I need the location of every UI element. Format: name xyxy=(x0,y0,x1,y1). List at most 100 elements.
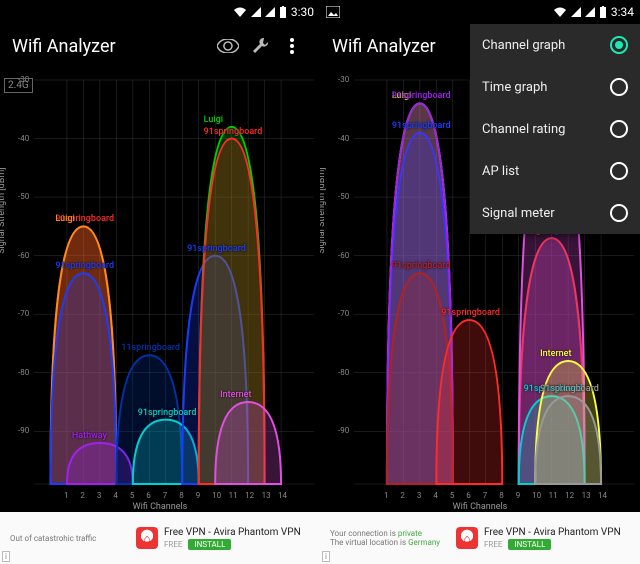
clock: 3:34 xyxy=(611,5,634,19)
menu-item-label: Signal meter xyxy=(482,206,555,221)
radio-icon xyxy=(610,120,628,138)
ad-title: Free VPN - Avira Phantom VPN xyxy=(484,527,640,538)
overflow-icon[interactable] xyxy=(276,38,308,54)
ad-choices-icon[interactable]: i xyxy=(322,551,330,562)
menu-item-time-graph[interactable]: Time graph xyxy=(470,66,640,108)
x-axis-label: Wifi Channels xyxy=(320,502,640,512)
statusbar: 3:34 xyxy=(320,0,640,24)
signal-icon xyxy=(251,7,261,17)
x-tick: 13 xyxy=(262,491,271,500)
network-label: Hathway xyxy=(72,431,107,441)
y-tick: -50 xyxy=(338,192,349,201)
network-label: 91springboard xyxy=(138,408,197,418)
ad-price: FREE xyxy=(164,540,182,549)
image-icon xyxy=(326,6,340,18)
x-tick: 5 xyxy=(450,491,455,500)
phone-left: 3:30 Wifi Analyzer 2.4G -30-40-50-60-70-… xyxy=(0,0,320,564)
menu-item-signal-meter[interactable]: Signal meter xyxy=(470,192,640,234)
x-tick: 9 xyxy=(196,491,201,500)
menu-item-ap-list[interactable]: AP list xyxy=(470,150,640,192)
ad-banner[interactable]: i Your connection is private The virtual… xyxy=(320,512,640,564)
network-label: Internet xyxy=(220,390,251,400)
signal-icon xyxy=(585,7,595,17)
x-tick: 1 xyxy=(64,491,69,500)
network-label: 91springboard xyxy=(204,127,263,137)
y-tick: -80 xyxy=(338,368,349,377)
statusbar: 3:30 xyxy=(0,0,320,24)
menu-item-label: Time graph xyxy=(482,80,547,95)
x-tick: 4 xyxy=(113,491,118,500)
x-tick: 4 xyxy=(433,491,438,500)
ad-choices-icon[interactable]: i xyxy=(2,551,10,562)
network-label: 91springboard xyxy=(187,244,246,254)
avira-logo-icon: ⌂ xyxy=(456,527,478,549)
radio-icon xyxy=(610,204,628,222)
x-axis-label: Wifi Channels xyxy=(0,502,320,512)
wrench-icon[interactable] xyxy=(244,36,276,56)
menu-item-channel-graph[interactable]: Channel graph xyxy=(470,24,640,66)
channel-graph[interactable]: -30-40-50-60-70-80-901234567891011121314… xyxy=(0,72,320,512)
x-tick: 12 xyxy=(245,491,254,500)
x-tick: 2 xyxy=(400,491,405,500)
y-axis-label: Signal Strength [dBm] xyxy=(320,167,327,253)
menu-item-label: Channel rating xyxy=(482,122,565,137)
ad-price: FREE xyxy=(484,540,502,549)
app-title: Wifi Analyzer xyxy=(12,36,212,57)
y-tick: -70 xyxy=(18,309,29,318)
wifi-icon xyxy=(553,6,567,18)
ad-install-button[interactable]: INSTALL xyxy=(508,539,551,550)
signal-icon xyxy=(571,7,581,17)
x-tick: 10 xyxy=(212,491,221,500)
network-label: Luigi xyxy=(55,214,74,224)
y-tick: -80 xyxy=(18,368,29,377)
y-tick: -40 xyxy=(18,134,29,143)
y-axis-label: Signal Strength [dBm] xyxy=(0,167,7,253)
wifi-icon xyxy=(233,6,247,18)
y-tick: -40 xyxy=(338,134,349,143)
x-tick: 3 xyxy=(97,491,102,500)
x-tick: 6 xyxy=(146,491,151,500)
y-tick: -60 xyxy=(18,251,29,260)
menu-item-channel-rating[interactable]: Channel rating xyxy=(470,108,640,150)
x-tick: 11 xyxy=(549,491,558,500)
avira-logo-icon: ⌂ xyxy=(136,527,158,549)
view-menu: Channel graph Time graph Channel rating AP … xyxy=(470,24,640,234)
y-tick: -60 xyxy=(338,251,349,260)
ad-install-button[interactable]: INSTALL xyxy=(188,539,231,550)
y-tick: -70 xyxy=(338,309,349,318)
clock: 3:30 xyxy=(291,5,314,19)
x-tick: 8 xyxy=(179,491,184,500)
eye-icon[interactable] xyxy=(212,39,244,53)
y-tick: -90 xyxy=(18,426,29,435)
network-label: 11springboard xyxy=(121,343,180,353)
x-tick: 3 xyxy=(417,491,422,500)
x-tick: 8 xyxy=(499,491,504,500)
menu-item-label: Channel graph xyxy=(482,38,565,53)
network-label: 91springboard xyxy=(392,91,451,101)
ad-banner[interactable]: i Out of catastrohic traffic ⌂ Free VPN … xyxy=(0,512,320,564)
x-tick: 12 xyxy=(565,491,574,500)
radio-icon xyxy=(610,36,628,54)
x-tick: 9 xyxy=(516,491,521,500)
x-tick: 7 xyxy=(483,491,488,500)
x-tick: 14 xyxy=(278,491,287,500)
y-tick: -90 xyxy=(338,426,349,435)
network-label: 91springboard xyxy=(392,261,451,271)
x-tick: 14 xyxy=(598,491,607,500)
network-label: Luigi xyxy=(204,115,223,125)
x-tick: 7 xyxy=(163,491,168,500)
x-tick: 2 xyxy=(80,491,85,500)
radio-icon xyxy=(610,78,628,96)
radio-icon xyxy=(610,162,628,180)
signal-icon xyxy=(265,7,275,17)
network-label: 91springboard xyxy=(441,308,500,318)
y-tick: -30 xyxy=(338,75,349,84)
menu-item-label: AP list xyxy=(482,164,519,179)
y-tick: -50 xyxy=(18,192,29,201)
network-label: 91springboard xyxy=(55,261,114,271)
x-tick: 5 xyxy=(130,491,135,500)
ad-pretext: Your connection is private The virtual l… xyxy=(320,529,450,547)
x-tick: 11 xyxy=(229,491,238,500)
x-tick: 10 xyxy=(532,491,541,500)
band-badge[interactable]: 2.4G xyxy=(4,78,33,93)
